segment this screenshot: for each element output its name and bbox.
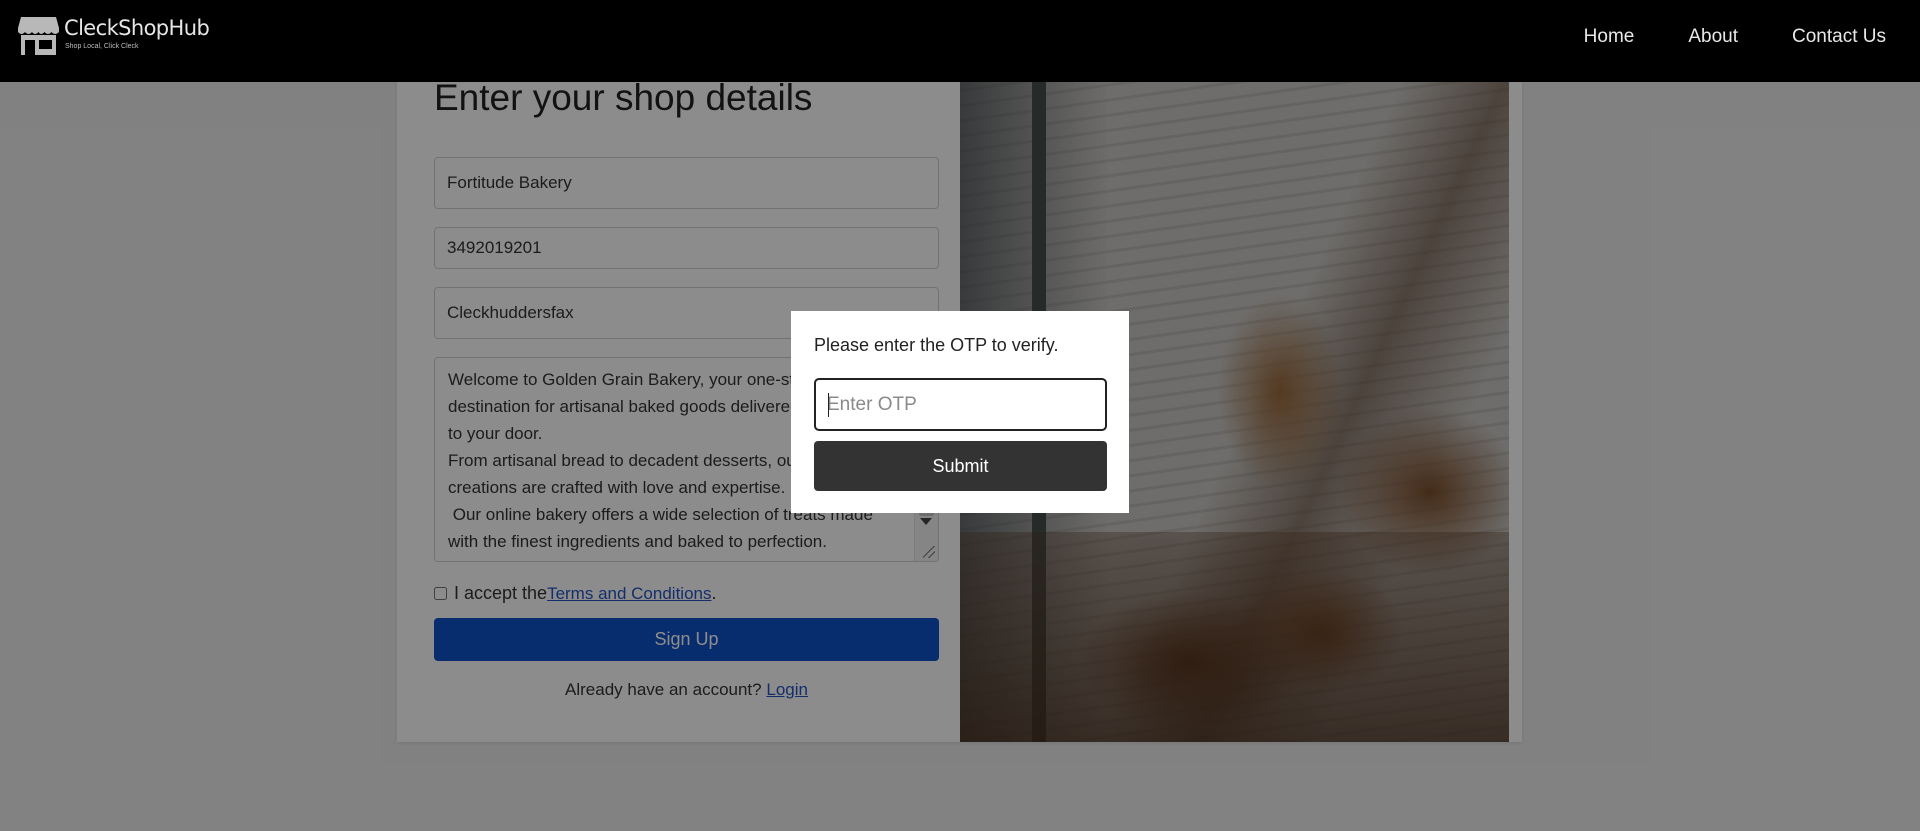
otp-submit-button[interactable]: Submit — [814, 441, 1107, 491]
brand-tagline: Shop Local, Click Cleck — [65, 43, 139, 50]
otp-message: Please enter the OTP to verify. — [814, 335, 1059, 355]
top-navbar: CleckShopHub Shop Local, Click Cleck Hom… — [0, 0, 1920, 82]
brand-name: CleckShopHub — [64, 16, 210, 40]
otp-input[interactable] — [814, 378, 1107, 431]
storefront-icon — [18, 17, 59, 55]
brand-logo[interactable]: CleckShopHub Shop Local, Click Cleck — [17, 15, 210, 55]
nav-contact-link[interactable]: Contact Us — [1792, 26, 1886, 48]
nav-about-link[interactable]: About — [1688, 26, 1738, 48]
nav-home-link[interactable]: Home — [1584, 26, 1635, 48]
text-caret — [828, 393, 829, 417]
main-nav: Home About Contact Us — [1584, 0, 1886, 74]
otp-modal: Please enter the OTP to verify. Submit — [791, 311, 1129, 513]
